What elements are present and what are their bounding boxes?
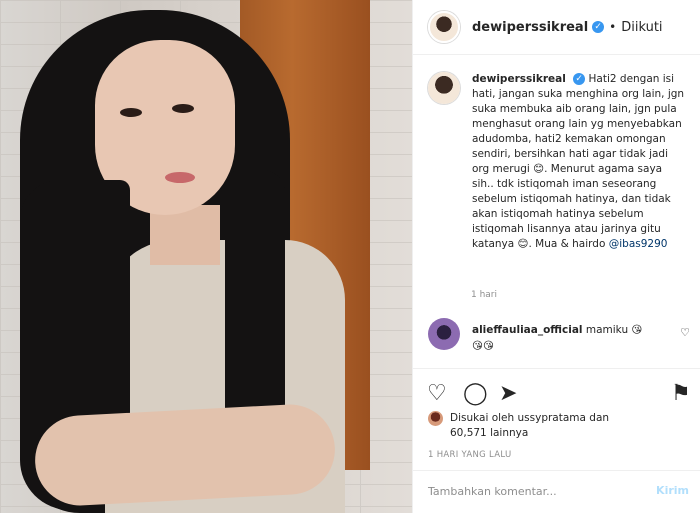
follow-status-button[interactable]: Diikuti (621, 20, 662, 35)
post-side-panel: dewiperssikreal ✓ • Diikuti dewiperssikr… (412, 0, 700, 513)
caption-username[interactable]: dewiperssikreal (472, 73, 566, 85)
caption-text: dewiperssikreal ✓ Hati2 dengan isi hati,… (472, 72, 687, 252)
caption-body: Hati2 dengan isi hati, jangan suka mengh… (472, 73, 688, 250)
comment-text: mamiku 😘 (585, 324, 643, 336)
caption-time: 1 hari (471, 290, 498, 300)
comment-bubble-icon[interactable]: ◯ (463, 383, 488, 405)
like-heart-icon[interactable]: ♡ (427, 383, 447, 405)
share-paper-plane-icon[interactable]: ➤ (499, 383, 517, 405)
header-username[interactable]: dewiperssikreal (472, 20, 588, 35)
likes-line-1[interactable]: Disukai oleh ussypratama dan (450, 411, 609, 425)
likes-count[interactable]: 60,571 lainnya (450, 426, 528, 440)
add-comment-bar: Tambahkan komentar... Kirim (413, 470, 700, 513)
save-bookmark-icon[interactable]: ⚑ (671, 383, 691, 405)
post-comment-button[interactable]: Kirim (656, 484, 689, 497)
separator-dot: • (609, 20, 617, 34)
caption-avatar[interactable] (428, 72, 460, 104)
avatar[interactable] (428, 11, 460, 43)
verified-icon: ✓ (573, 73, 586, 85)
caption-mention-link[interactable]: @ibas9290 (609, 238, 668, 250)
commenter-avatar[interactable] (428, 318, 460, 350)
post-header: dewiperssikreal ✓ • Diikuti (413, 0, 700, 55)
post-timestamp: 1 HARI YANG LALU (428, 450, 512, 460)
comment-text-2: 😘😘 (472, 340, 494, 352)
post-photo (0, 0, 412, 513)
comment-input[interactable]: Tambahkan komentar... (428, 485, 557, 498)
arm (32, 402, 338, 508)
comment-like-heart-icon[interactable]: ♡ (680, 326, 690, 339)
likes-summary: Disukai oleh ussypratama dan 60,571 lain… (428, 410, 688, 442)
verified-icon: ✓ (592, 21, 605, 33)
liker-avatar (428, 411, 443, 426)
commenter-username[interactable]: alieffauliaa_official (472, 324, 583, 336)
